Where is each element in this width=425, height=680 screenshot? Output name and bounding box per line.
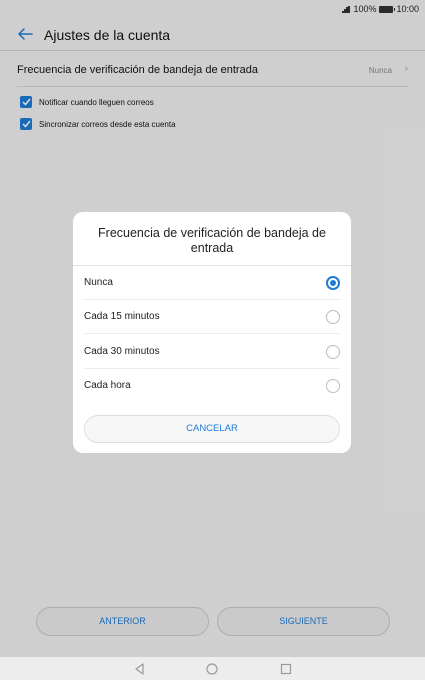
radio-unselected[interactable]: [326, 310, 340, 324]
option-label: Cada 15 minutos: [84, 311, 160, 322]
radio-unselected[interactable]: [326, 345, 340, 359]
nav-home-icon[interactable]: [205, 662, 219, 676]
option-never[interactable]: Nunca: [84, 266, 340, 300]
option-divider: [84, 333, 340, 334]
navigation-bar: [0, 656, 425, 680]
frequency-dialog: Frecuencia de verificación de bandeja de…: [73, 212, 351, 453]
nav-back-icon[interactable]: [133, 662, 147, 676]
radio-unselected[interactable]: [326, 379, 340, 393]
option-30-minutes[interactable]: Cada 30 minutos: [84, 335, 340, 369]
option-label: Cada 30 minutos: [84, 346, 160, 357]
radio-selected[interactable]: [326, 276, 340, 290]
option-label: Nunca: [84, 277, 113, 288]
option-label: Cada hora: [84, 380, 131, 391]
dialog-title: Frecuencia de verificación de bandeja de…: [98, 226, 326, 255]
cancel-button[interactable]: CANCELAR: [84, 415, 340, 443]
screen: 100% 10:00 Ajustes de la cuenta Frecuenc…: [0, 0, 425, 680]
option-15-minutes[interactable]: Cada 15 minutos: [84, 300, 340, 334]
nav-recents-icon[interactable]: [279, 662, 293, 676]
option-hourly[interactable]: Cada hora: [84, 369, 340, 403]
